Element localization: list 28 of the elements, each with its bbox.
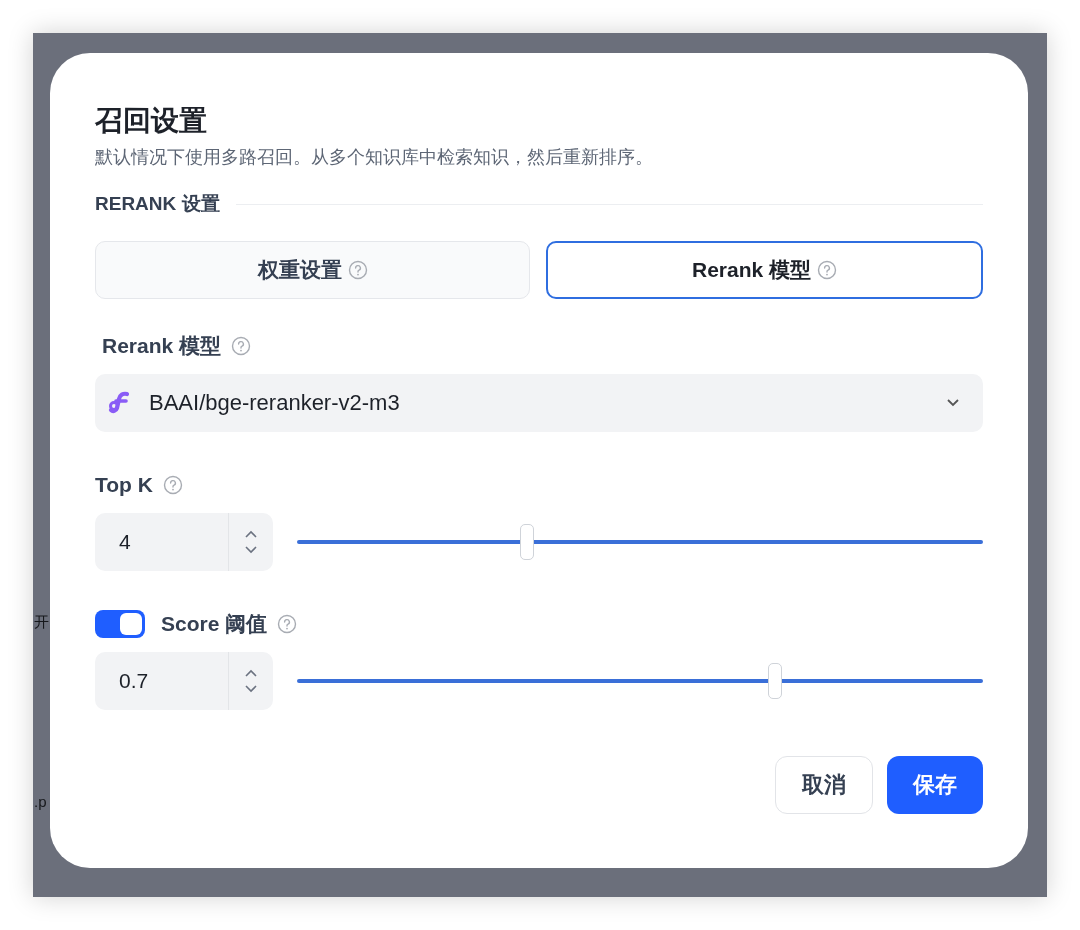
setting-label: Score 阈值 [161, 611, 268, 637]
help-icon [162, 475, 183, 495]
slider-thumb[interactable] [519, 524, 534, 560]
slider-thumb[interactable] [768, 663, 783, 699]
cancel-button[interactable]: 取消 [775, 756, 873, 814]
number-input[interactable]: 0.7 [95, 652, 273, 710]
toggle-switch[interactable] [95, 610, 145, 638]
field-label: Rerank 模型 [102, 333, 222, 359]
tab[interactable]: Rerank 模型 [546, 241, 983, 299]
chevron-up-icon[interactable] [244, 669, 258, 678]
chevron-down-icon[interactable] [244, 545, 258, 554]
tab[interactable]: 权重设置 [95, 241, 530, 299]
background-text: .p [34, 793, 47, 811]
save-button[interactable]: 保存 [887, 756, 983, 814]
help-icon [277, 614, 298, 634]
background-text: 开 [34, 613, 49, 631]
chevron-down-icon [945, 398, 961, 408]
help-icon [347, 260, 368, 280]
help-icon [231, 336, 252, 356]
number-input[interactable]: 4 [95, 513, 273, 571]
model-select[interactable]: BAAI/bge-reranker-v2-m3 [95, 374, 983, 432]
chevron-down-icon[interactable] [244, 684, 258, 693]
dialog-description: 默认情况下使用多路召回。从多个知识库中检索知识，然后重新排序。 [95, 146, 653, 169]
dialog-title: 召回设置 [95, 104, 207, 138]
help-icon [817, 260, 837, 280]
section-label: RERANK 设置 [95, 192, 220, 216]
setting-label: Top K [95, 473, 153, 497]
chevron-up-icon[interactable] [244, 530, 258, 539]
